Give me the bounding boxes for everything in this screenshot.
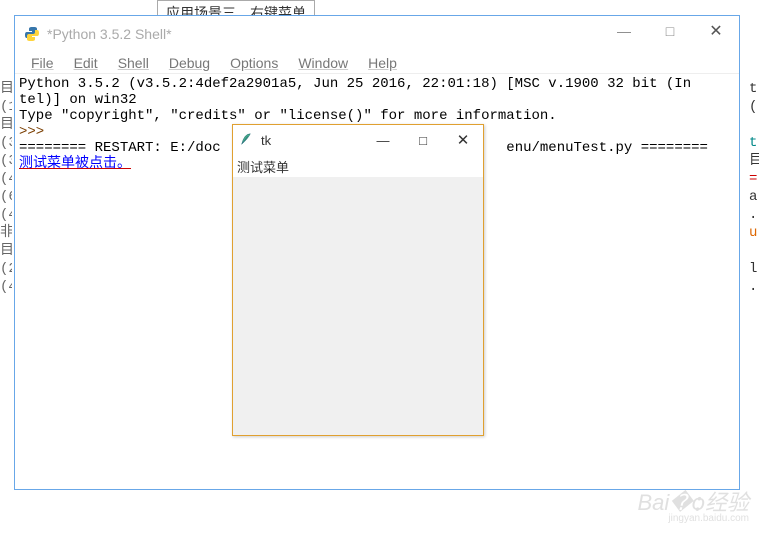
tk-close-button[interactable]: ✕	[443, 125, 483, 155]
menu-shell[interactable]: Shell	[108, 55, 159, 71]
python-icon	[23, 25, 41, 43]
shell-prompt: >>>	[19, 124, 53, 140]
watermark-sub: jingyan.baidu.com	[637, 514, 749, 524]
menu-debug[interactable]: Debug	[159, 55, 220, 71]
menu-edit[interactable]: Edit	[64, 55, 108, 71]
idle-menubar: File Edit Shell Debug Options Window Hel…	[15, 52, 739, 74]
tk-window: tk — □ ✕ 测试菜单	[232, 124, 484, 436]
menu-file[interactable]: File	[21, 55, 64, 71]
baidu-watermark: Bai�ѻ经验 jingyan.baidu.com	[637, 492, 749, 524]
menu-help[interactable]: Help	[358, 55, 407, 71]
shell-banner-line1: Python 3.5.2 (v3.5.2:4def2a2901a5, Jun 2…	[19, 76, 691, 92]
menu-window[interactable]: Window	[288, 55, 358, 71]
shell-restart-left: ======== RESTART: E:/doc	[19, 140, 221, 156]
tk-menubar: 测试菜单	[233, 155, 483, 177]
idle-titlebar[interactable]: *Python 3.5.2 Shell* — □ ✕	[15, 16, 739, 52]
tk-menu-test[interactable]: 测试菜单	[237, 157, 289, 176]
maximize-button[interactable]: □	[647, 16, 693, 46]
background-right-code: t ( t 目 = a . u l .	[749, 80, 759, 380]
tk-feather-icon	[239, 132, 255, 148]
idle-title: *Python 3.5.2 Shell*	[47, 26, 172, 42]
tk-body[interactable]	[233, 177, 483, 435]
tk-title: tk	[261, 133, 271, 148]
watermark-main: Bai�ѻ经验	[637, 490, 749, 515]
shell-output: 测试菜单被点击。	[19, 156, 131, 172]
shell-banner-line3: Type "copyright", "credits" or "license(…	[19, 108, 557, 124]
tk-titlebar[interactable]: tk — □ ✕	[233, 125, 483, 155]
background-left-code: 目 (1 目 (3 (3 (4 (6 (4 非 目 (2 (4	[0, 80, 12, 420]
tk-minimize-button[interactable]: —	[363, 125, 403, 155]
close-button[interactable]: ✕	[693, 16, 739, 46]
tk-window-controls: — □ ✕	[363, 125, 483, 155]
minimize-button[interactable]: —	[601, 16, 647, 46]
tk-maximize-button[interactable]: □	[403, 125, 443, 155]
shell-banner-line2: tel)] on win32	[19, 92, 137, 108]
shell-restart-right: enu/menuTest.py ========	[506, 140, 708, 156]
idle-window-controls: — □ ✕	[601, 16, 739, 46]
menu-options[interactable]: Options	[220, 55, 288, 71]
